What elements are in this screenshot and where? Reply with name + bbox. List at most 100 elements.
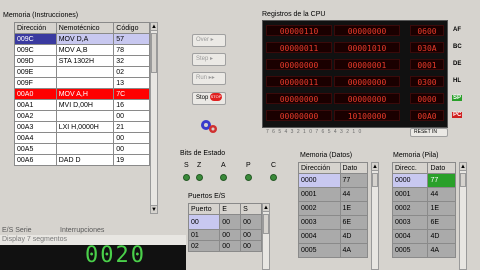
flag-a-label: A <box>221 162 226 169</box>
table-row[interactable]: 009C MOV A,B 78 <box>14 44 150 56</box>
cell-mnemonic: MOV A,H <box>55 88 115 100</box>
cell-value: 6E <box>427 215 456 230</box>
table-row[interactable]: 00A4 00 <box>14 132 150 144</box>
table-row[interactable]: 0003 6E <box>391 215 456 230</box>
memory-stack-table[interactable]: Direcc. Dato 0000 77 0001 44 0002 1E 000… <box>391 162 456 258</box>
col-dato[interactable]: Dato <box>339 162 368 174</box>
memory-instr-table[interactable]: Dirección Nemotécnico Código 009C MOV D,… <box>14 22 150 166</box>
table-row[interactable]: 0003 6E <box>298 215 368 230</box>
col-puerto[interactable]: Puerto <box>187 203 221 215</box>
scroll-up-icon[interactable]: ▲ <box>460 163 466 171</box>
scroll-up-icon[interactable]: ▲ <box>263 204 269 212</box>
col-dato[interactable]: Dato <box>427 162 456 174</box>
step-over-label: Over <box>196 37 210 43</box>
table-row[interactable]: 0004 4D <box>298 229 368 244</box>
col-codigo[interactable]: Código <box>113 22 150 34</box>
col-direcc[interactable]: Direcc. <box>391 162 429 174</box>
cpu-title: Registros de la CPU <box>262 11 326 18</box>
cell-address: 00A2 <box>14 110 57 122</box>
scroll-thumb[interactable] <box>372 173 378 187</box>
reg-pc-low: 10100000 <box>334 110 400 121</box>
table-row[interactable]: 0002 1E <box>391 201 456 216</box>
table-row[interactable]: 009F 13 <box>14 77 150 89</box>
cell-address: 0000 <box>298 173 341 188</box>
table-row[interactable]: 00 00 00 <box>187 214 262 230</box>
stop-button[interactable]: Stop STOP <box>192 92 226 105</box>
cell-code: 19 <box>113 154 150 166</box>
cell-mnemonic: DAD D <box>55 154 115 166</box>
table-row[interactable]: 0001 44 <box>298 187 368 202</box>
cell-out: 00 <box>240 214 262 230</box>
cell-value: 4D <box>427 229 456 244</box>
table-row[interactable]: 02 00 00 <box>187 240 262 252</box>
seven-segment-value: 0020 <box>85 243 146 268</box>
table-row[interactable]: 0004 4D <box>391 229 456 244</box>
cell-value: 77 <box>339 173 368 188</box>
reg-af-high: 00000110 <box>266 25 332 36</box>
table-row[interactable]: 0000 77 <box>391 173 456 188</box>
scroll-down-icon[interactable]: ▼ <box>151 205 157 213</box>
ports-scrollbar[interactable]: ▲ <box>262 203 270 270</box>
memory-instr-scrollbar[interactable]: ▲ ▼ <box>150 22 158 214</box>
ports-table[interactable]: Puerto E S 00 00 00 01 00 00 02 00 00 <box>187 203 262 252</box>
cell-address: 0003 <box>298 215 341 230</box>
flag-z-led <box>196 174 203 181</box>
step-into-button[interactable]: Step ▸ <box>192 53 226 66</box>
memory-stack-scrollbar[interactable]: ▲ <box>459 162 467 270</box>
scroll-up-icon[interactable]: ▲ <box>151 23 157 31</box>
cell-address: 00A1 <box>14 99 57 111</box>
cell-code: 78 <box>113 44 150 56</box>
cell-value: 4D <box>339 229 368 244</box>
gears-icon <box>199 117 219 135</box>
table-row[interactable]: 00A2 00 <box>14 110 150 122</box>
cell-value: 44 <box>427 187 456 202</box>
table-row[interactable]: 00A5 00 <box>14 143 150 155</box>
cell-mnemonic <box>55 66 115 78</box>
run-button[interactable]: Run ▸▸ <box>192 72 226 85</box>
memory-data-table[interactable]: Dirección Dato 0000 77 0001 44 0002 1E 0… <box>298 162 368 258</box>
seven-segment-display: 0020 <box>0 243 186 270</box>
cell-mnemonic <box>55 77 115 89</box>
cell-mnemonic: MVI D,00H <box>55 99 115 111</box>
table-row[interactable]: 01 00 00 <box>187 229 262 241</box>
col-e[interactable]: E <box>219 203 242 215</box>
table-row[interactable]: 0005 4A <box>391 243 456 258</box>
reg-sp-hex: 0000 <box>410 93 444 104</box>
step-over-button[interactable]: Over ▸ <box>192 34 226 47</box>
table-row[interactable]: 0001 44 <box>391 187 456 202</box>
table-row[interactable]: 00A3 LXI H,0000H 21 <box>14 121 150 133</box>
table-row[interactable]: 0000 77 <box>298 173 368 188</box>
col-direccion[interactable]: Dirección <box>298 162 341 174</box>
run-label: Run <box>196 75 208 81</box>
memory-data-scrollbar[interactable]: ▲ <box>371 162 379 270</box>
cell-code: 32 <box>113 55 150 67</box>
scroll-thumb[interactable] <box>460 173 466 187</box>
scroll-up-icon[interactable]: ▲ <box>372 163 378 171</box>
col-s[interactable]: S <box>240 203 262 215</box>
table-row[interactable]: 00A1 MVI D,00H 16 <box>14 99 150 111</box>
table-row[interactable]: 009D STA 1302H 32 <box>14 55 150 67</box>
cell-value: 77 <box>427 173 456 188</box>
cell-address: 00A4 <box>14 132 57 144</box>
memory-stack-title: Memoria (Pila) <box>393 152 439 159</box>
flag-z-label: Z <box>197 162 202 169</box>
display-title: Display 7 segmentos <box>2 236 67 243</box>
col-nemotecnico[interactable]: Nemotécnico <box>55 22 115 34</box>
reset-in-button[interactable]: RESET IN <box>410 128 448 137</box>
reg-de-low: 00000001 <box>334 59 400 70</box>
table-row[interactable]: 00A6 DAD D 19 <box>14 154 150 166</box>
cell-mnemonic: STA 1302H <box>55 55 115 67</box>
table-row[interactable]: 0005 4A <box>298 243 368 258</box>
table-row[interactable]: 009C MOV D,A 57 <box>14 33 150 45</box>
flag-s-led <box>183 174 190 181</box>
reg-de-label: DE <box>453 61 462 67</box>
cell-address: 00A0 <box>14 88 57 100</box>
cell-code: 00 <box>113 143 150 155</box>
table-row[interactable]: 009E 02 <box>14 66 150 78</box>
scroll-thumb[interactable] <box>151 33 157 73</box>
table-row-current[interactable]: 00A0 MOV A,H 7C <box>14 88 150 100</box>
table-row[interactable]: 0002 1E <box>298 201 368 216</box>
reg-af-hex: 0600 <box>410 25 444 36</box>
col-direccion[interactable]: Dirección <box>14 22 57 34</box>
scroll-thumb[interactable] <box>263 214 269 234</box>
